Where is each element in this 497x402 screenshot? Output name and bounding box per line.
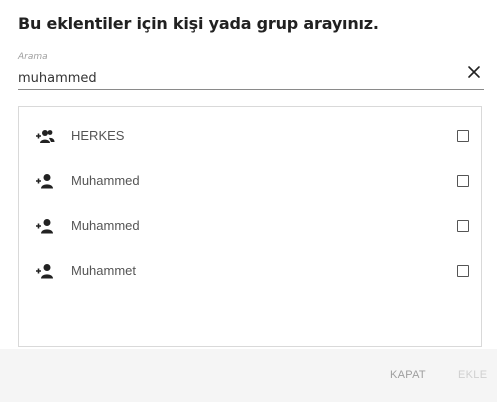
dialog-title: Bu eklentiler için kişi yada grup arayın… [18, 14, 379, 33]
add-person-icon [36, 219, 53, 234]
list-item-label: HERKES [71, 128, 125, 143]
add-person-icon [36, 264, 53, 279]
add-button[interactable]: EKLE [458, 369, 487, 381]
close-button[interactable]: KAPAT [390, 369, 426, 381]
list-item[interactable]: HERKES [19, 125, 481, 149]
clear-search-button[interactable] [466, 64, 482, 80]
search-field: Arama [18, 52, 484, 90]
select-checkbox[interactable] [457, 265, 469, 277]
select-checkbox[interactable] [457, 220, 469, 232]
add-group-icon [36, 130, 55, 143]
add-person-icon [36, 174, 53, 189]
select-checkbox[interactable] [457, 130, 469, 142]
list-item[interactable]: Muhammed [19, 215, 481, 239]
search-input[interactable] [18, 68, 448, 88]
list-item-label: Muhammed [71, 173, 140, 188]
list-item[interactable]: Muhammet [19, 260, 481, 284]
select-checkbox[interactable] [457, 175, 469, 187]
close-icon [468, 66, 480, 78]
results-list: HERKES Muhammed Muhammed Muhammet [18, 106, 482, 347]
dialog-footer: KAPAT EKLE [0, 349, 497, 402]
list-item-label: Muhammed [71, 218, 140, 233]
list-item-label: Muhammet [71, 263, 137, 278]
search-label: Arama [18, 52, 48, 62]
list-item[interactable]: Muhammed [19, 170, 481, 194]
